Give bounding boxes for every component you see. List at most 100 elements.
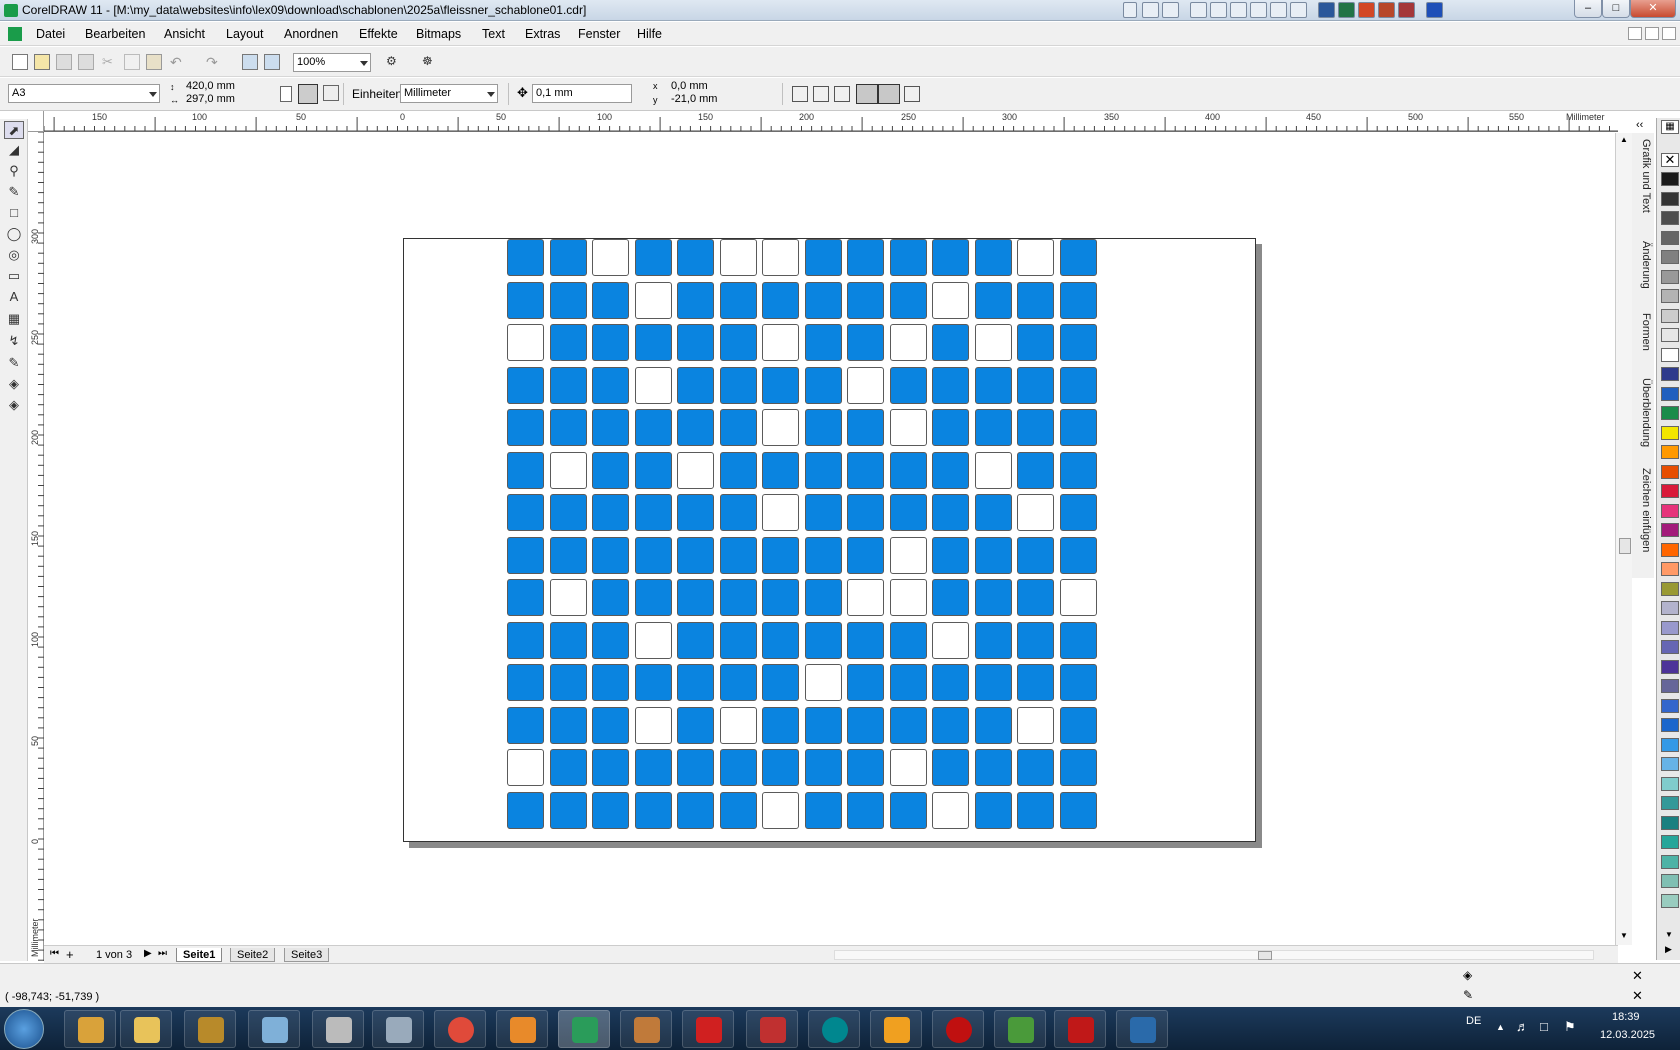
empty-cell[interactable] [1017,239,1054,276]
empty-cell[interactable] [889,579,927,616]
filled-cell[interactable] [847,536,884,574]
task-icon[interactable] [1230,2,1247,18]
network-icon[interactable]: □ [1540,1019,1548,1034]
menu-anordnen[interactable]: Anordnen [284,27,338,41]
filled-cell[interactable] [507,536,544,574]
filled-cell[interactable] [549,366,587,404]
empty-cell[interactable] [762,791,799,829]
rectangle-tool-icon[interactable]: □ [4,204,24,222]
snap-objects-icon[interactable] [834,86,850,102]
doc-restore-button[interactable] [1645,27,1659,40]
coreldraw-app-icon[interactable] [4,4,18,17]
menu-datei[interactable]: Datei [36,27,65,41]
eyedropper-icon[interactable]: ↯ [4,332,24,350]
docker-tab-transform[interactable]: Änderung [1634,241,1652,289]
filled-cell[interactable] [634,239,672,276]
filled-cell[interactable] [889,451,927,489]
access-icon[interactable] [1378,2,1395,18]
save-icon[interactable] [56,54,72,70]
filled-cell[interactable] [974,409,1012,446]
menu-extras[interactable]: Extras [525,27,560,41]
menu-text[interactable]: Text [482,27,505,41]
filled-cell[interactable] [889,281,927,319]
page-tab-seite2[interactable]: Seite2 [230,948,276,962]
empty-cell[interactable] [889,749,927,786]
filled-cell[interactable] [974,749,1012,786]
filled-cell[interactable] [634,409,672,446]
filled-cell[interactable] [1017,579,1054,616]
filled-cell[interactable] [889,791,927,829]
empty-cell[interactable] [762,494,799,531]
filled-cell[interactable] [762,451,799,489]
zoom-tool-icon[interactable]: ⚲ [4,162,24,180]
shape-tool-icon[interactable]: ◢ [4,141,24,159]
filled-cell[interactable] [507,409,544,446]
help-icon[interactable] [1142,2,1159,18]
empty-cell[interactable] [889,536,927,574]
filled-cell[interactable] [974,281,1012,319]
outline-tool-icon[interactable]: ✎ [4,354,24,372]
filled-cell[interactable] [762,366,799,404]
filled-cell[interactable] [762,621,799,659]
page-width-field[interactable]: 420,0 mm [183,81,261,94]
basic-shapes-icon[interactable]: ▭ [4,267,24,285]
filled-cell[interactable] [932,579,969,616]
doc-close-button[interactable] [1662,27,1676,40]
filled-cell[interactable] [592,536,629,574]
outline-status-icon[interactable]: ✎ [1463,988,1473,1002]
color-swatch[interactable] [1661,386,1679,401]
vertical-scroll-thumb[interactable] [1619,538,1631,554]
notes-icon[interactable] [1270,2,1287,18]
color-swatch[interactable] [1661,289,1679,303]
cut-icon[interactable]: ✂ [102,54,118,70]
color-swatch[interactable] [1661,835,1679,849]
filled-cell[interactable] [1017,324,1054,361]
filled-cell[interactable] [677,706,714,744]
filled-cell[interactable] [932,409,969,446]
color-swatch[interactable] [1661,484,1679,498]
color-swatch[interactable] [1661,367,1679,381]
filled-cell[interactable] [847,706,884,744]
empty-cell[interactable] [719,706,757,744]
taskbar-app-bitcoin[interactable] [870,1010,922,1048]
empty-cell[interactable] [932,791,969,829]
filled-cell[interactable] [592,579,629,616]
menu-fenster[interactable]: Fenster [578,27,620,41]
filled-cell[interactable] [1059,536,1097,574]
empty-cell[interactable] [1017,494,1054,531]
empty-cell[interactable] [889,409,927,446]
filled-cell[interactable] [847,324,884,361]
paste-icon[interactable] [146,54,162,70]
color-swatch[interactable] [1661,874,1679,888]
copy-icon[interactable] [124,54,140,70]
filled-cell[interactable] [719,494,757,531]
menu-bearbeiten[interactable]: Bearbeiten [85,27,145,41]
filled-cell[interactable] [847,409,884,446]
docker-tab-blend[interactable]: Überblendung [1634,378,1652,447]
filled-cell[interactable] [677,494,714,531]
app-launcher-icon[interactable]: ⚙ [386,54,402,70]
page-tab-seite3[interactable]: Seite3 [284,948,330,962]
filled-cell[interactable] [719,664,757,701]
color-swatch[interactable] [1661,347,1679,362]
menu-bitmaps[interactable]: Bitmaps [416,27,461,41]
options-icon[interactable] [904,86,920,102]
color-swatch[interactable] [1661,425,1679,440]
redo-icon[interactable]: ↷ [206,54,222,70]
interactive-fill-icon[interactable]: ◈ [4,396,24,414]
draw-scale-icon[interactable] [878,84,900,104]
color-swatch[interactable] [1661,250,1679,264]
empty-cell[interactable] [847,366,884,404]
empty-cell[interactable] [634,621,672,659]
filled-cell[interactable] [1059,791,1097,829]
empty-cell[interactable] [507,749,544,786]
office-icon[interactable] [1398,2,1415,18]
volume-icon[interactable]: ♬ [1516,1019,1529,1034]
filled-cell[interactable] [677,239,714,276]
filled-cell[interactable] [677,749,714,786]
filled-cell[interactable] [804,451,842,489]
empty-cell[interactable] [549,579,587,616]
filled-cell[interactable] [974,706,1012,744]
filled-cell[interactable] [634,579,672,616]
color-swatch[interactable] [1661,679,1679,693]
